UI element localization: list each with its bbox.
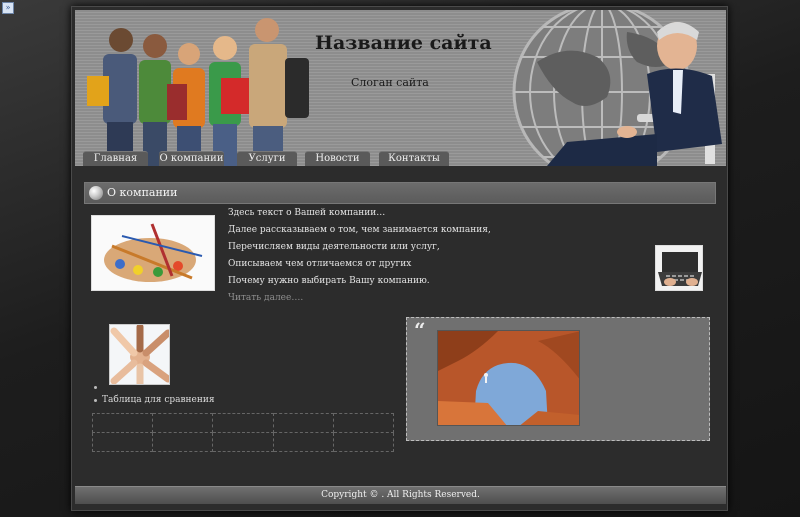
table-cell xyxy=(272,413,334,433)
table-cell xyxy=(152,432,214,452)
businessman-image xyxy=(547,22,722,166)
read-more-link[interactable]: Читать далее…. xyxy=(228,293,303,303)
page-container: Название сайта Слоган сайта Главная О ко… xyxy=(71,6,728,511)
comparison-table-link[interactable]: Таблица для сравнения xyxy=(102,395,215,405)
section-title: О компании xyxy=(107,186,178,199)
about-line-3: Перечисляем виды деятельности или услуг, xyxy=(228,242,440,252)
table-cell xyxy=(212,413,274,433)
bullet-ball-icon xyxy=(89,186,103,200)
table-cell xyxy=(332,432,395,452)
nav-item-contacts[interactable]: Контакты xyxy=(379,151,449,166)
expand-panel-icon[interactable]: » xyxy=(2,2,14,14)
section-header: О компании xyxy=(84,182,716,204)
table-cell xyxy=(332,413,395,433)
quote-mark-icon: “ xyxy=(414,318,426,342)
table-cell xyxy=(212,432,274,452)
about-line-4: Описываем чем отличаемся от других xyxy=(228,259,412,269)
nav-item-home[interactable]: Главная xyxy=(83,151,148,166)
site-slogan: Слоган сайта xyxy=(351,76,429,89)
quote-box: “ xyxy=(406,317,710,441)
copyright-text: Copyright © . All Rights Reserved. xyxy=(321,490,480,500)
site-header: Название сайта Слоган сайта Главная О ко… xyxy=(75,10,726,166)
comparison-table xyxy=(91,413,395,452)
list-bullet xyxy=(94,399,97,402)
site-footer: Copyright © . All Rights Reserved. xyxy=(75,486,726,504)
about-line-5: Почему нужно выбирать Вашу компанию. xyxy=(228,276,430,286)
hands-image xyxy=(109,324,170,385)
laptop-image xyxy=(655,245,703,291)
table-cell xyxy=(91,432,154,452)
table-row xyxy=(91,432,395,452)
canyon-arch-image xyxy=(437,330,580,426)
students-image xyxy=(87,18,309,166)
empty-list-bullet xyxy=(94,386,97,389)
nav-item-news[interactable]: Новости xyxy=(305,151,370,166)
palette-image xyxy=(91,215,215,291)
about-line-1: Здесь текст о Вашей компании… xyxy=(228,208,386,218)
nav-item-services[interactable]: Услуги xyxy=(237,151,297,166)
table-cell xyxy=(152,413,214,433)
site-title: Название сайта xyxy=(315,32,492,54)
table-cell xyxy=(91,413,154,433)
table-cell xyxy=(272,432,334,452)
table-row xyxy=(91,413,395,433)
nav-item-about[interactable]: О компании xyxy=(159,151,224,166)
about-line-2: Далее рассказываем о том, чем занимается… xyxy=(228,225,491,235)
